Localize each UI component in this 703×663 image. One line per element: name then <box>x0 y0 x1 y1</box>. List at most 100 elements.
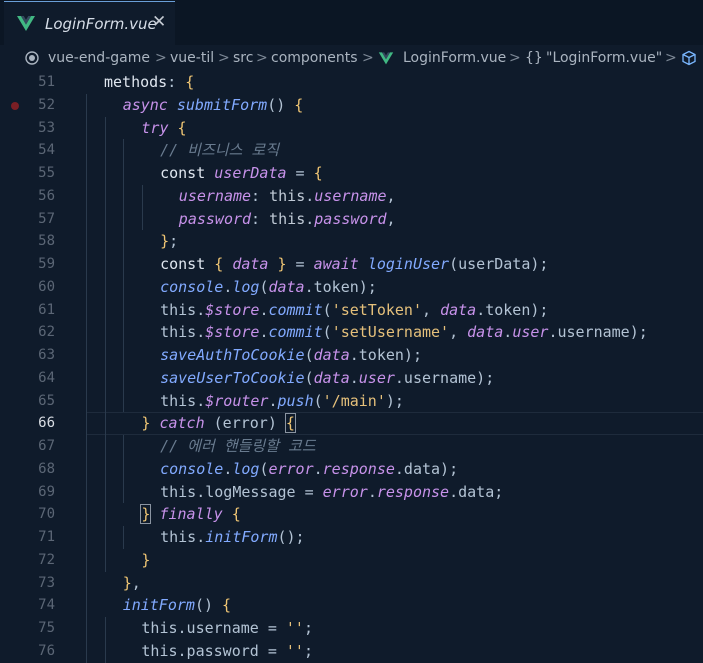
code-line[interactable]: 75 this.username = ''; <box>0 617 703 640</box>
code-token: (); <box>277 528 305 546</box>
line-number: 69 <box>38 483 55 500</box>
indent-guide <box>123 435 125 458</box>
breadcrumb-separator: > <box>362 50 374 66</box>
code-token: , <box>422 300 441 319</box>
line-number: 61 <box>38 301 55 318</box>
code-line[interactable]: 66} catch (error) { <box>0 412 703 435</box>
code-line[interactable]: 74 initForm() { <box>0 594 703 617</box>
code-token: loginUser <box>367 255 450 273</box>
code-line[interactable]: 71 this.initForm(); <box>0 526 703 549</box>
vue-file-icon <box>17 16 35 31</box>
indent-guide <box>104 548 106 572</box>
breadcrumb-item-vue-end-game[interactable]: vue-end-game <box>48 49 150 67</box>
code-line[interactable]: 70 } finally { <box>0 503 703 526</box>
code-token: // 비즈니스 로직 <box>160 141 280 160</box>
code-line[interactable]: 56 username: this.username, <box>0 184 703 208</box>
code-line[interactable]: 61 this.$store.commit('setToken', data.to… <box>0 298 703 322</box>
code-token: console <box>160 277 224 296</box>
code-line[interactable]: 67 // 에러 핸들링할 코드 <box>0 435 703 458</box>
code-line[interactable]: 53 try { <box>0 116 703 140</box>
code-line[interactable]: 69 this.logMessage = error.response.data; <box>0 480 703 504</box>
code-editor[interactable]: 51 methods: {52 async submitForm() {53 try … <box>0 71 703 663</box>
breadcrumb-item-components[interactable]: components <box>271 49 358 67</box>
code-line[interactable]: 52 async submitForm() { <box>0 93 703 117</box>
code-line[interactable]: 59 const { data } = await loginUser(userD… <box>0 253 703 276</box>
code-token: password <box>314 209 387 228</box>
indent-guide <box>86 571 87 595</box>
code-line[interactable]: 76 this.password = ''; <box>0 639 703 663</box>
indent-guide <box>86 435 87 458</box>
breadcrumb-item-component-symbol[interactable]: "LoginForm.vue" <box>546 49 662 67</box>
breadcrumb-item-vue-til[interactable]: vue-til <box>170 49 214 67</box>
breakpoint-icon[interactable] <box>11 101 19 110</box>
indent-guide <box>86 253 87 276</box>
code-token: data <box>440 300 477 319</box>
tab-loginform-vue[interactable]: LoginForm.vue ✕ <box>4 1 175 45</box>
code-line[interactable]: 72} <box>0 548 703 572</box>
indent-guide <box>86 594 87 617</box>
code-text: console.log(error.response.data); <box>160 458 458 480</box>
code-text: } catch (error) { <box>141 412 296 434</box>
code-token: response <box>322 459 395 478</box>
code-token: , <box>386 209 396 228</box>
code-token: user <box>358 368 395 387</box>
indent-guide <box>86 480 87 504</box>
code-token: { <box>294 95 304 114</box>
line-number: 70 <box>38 506 55 523</box>
breadcrumb: vue-end-game > vue-til > src > component… <box>0 45 703 71</box>
breadcrumb-separator: > <box>509 50 521 66</box>
indent-guide <box>142 184 144 208</box>
code-line[interactable]: 64 saveUserToCookie(data.user.username); <box>0 366 703 390</box>
indent-guide <box>123 162 125 185</box>
indent-guide <box>123 344 125 367</box>
code-token: } <box>141 550 151 569</box>
breadcrumb-item-loginform-vue[interactable]: LoginForm.vue <box>403 49 506 67</box>
indent-guide <box>104 230 106 253</box>
indent-guide <box>86 548 87 572</box>
code-line[interactable]: 51 methods: { <box>0 71 703 93</box>
indent-guide <box>123 298 125 322</box>
code-text: this.$store.commit('setToken', data.toke… <box>160 299 548 321</box>
code-line[interactable]: 58}; <box>0 230 703 253</box>
code-token: ; <box>303 641 313 660</box>
close-icon[interactable]: ✕ <box>152 12 166 32</box>
indent-guide <box>86 230 87 253</box>
code-line[interactable]: 68 console.log(error.response.data); <box>0 457 703 481</box>
line-number: 56 <box>38 187 55 204</box>
code-line[interactable]: 62 this.$store. commit('setUsername', data… <box>0 321 703 344</box>
code-line[interactable]: 65 this.$router.push('/main'); <box>0 389 703 413</box>
code-token: 'setUsername' <box>331 323 450 342</box>
code-text: this.$store. commit('setUsername', data .u… <box>160 321 648 343</box>
code-token: initForm <box>205 528 278 546</box>
code-token: } <box>160 232 170 251</box>
code-text: console.log(data.token); <box>160 276 377 298</box>
code-text: this.logMessage = error.response.data; <box>160 481 503 503</box>
vue-file-icon <box>378 52 394 65</box>
code-line[interactable]: 60 console.log(data.token); <box>0 275 703 299</box>
code-line[interactable]: 73}, <box>0 571 703 595</box>
code-line[interactable]: 55 const userData = { <box>0 162 703 185</box>
code-token: data <box>313 368 350 387</box>
code-text: const { data } = await loginUser(userDat… <box>160 253 548 275</box>
code-token: saveAuthToCookie <box>160 346 305 364</box>
code-token: (userData); <box>449 255 549 273</box>
line-number: 62 <box>38 324 55 341</box>
indent-guide <box>104 480 106 504</box>
breadcrumb-item-src[interactable]: src <box>233 49 253 67</box>
code-line[interactable]: 57 password: this.password, <box>0 207 703 231</box>
code-text: try { <box>141 117 186 139</box>
code-token: . <box>223 277 233 296</box>
code-token: 'setToken' <box>331 300 422 319</box>
line-number: 75 <box>38 620 55 636</box>
code-line[interactable]: 54 // 비즈니스 로직 <box>0 139 703 162</box>
code-token: '' <box>285 641 304 660</box>
code-text: saveAuthToCookie(data.token); <box>160 344 422 366</box>
code-text: } finally { <box>140 503 241 525</box>
code-token: { <box>313 164 323 182</box>
code-token: . <box>305 209 315 228</box>
code-line[interactable]: 63 saveAuthToCookie(data.token); <box>0 344 703 367</box>
code-token: async <box>122 95 177 114</box>
indent-guide <box>104 457 106 481</box>
code-token: $router <box>205 391 269 410</box>
line-number: 51 <box>38 74 55 90</box>
